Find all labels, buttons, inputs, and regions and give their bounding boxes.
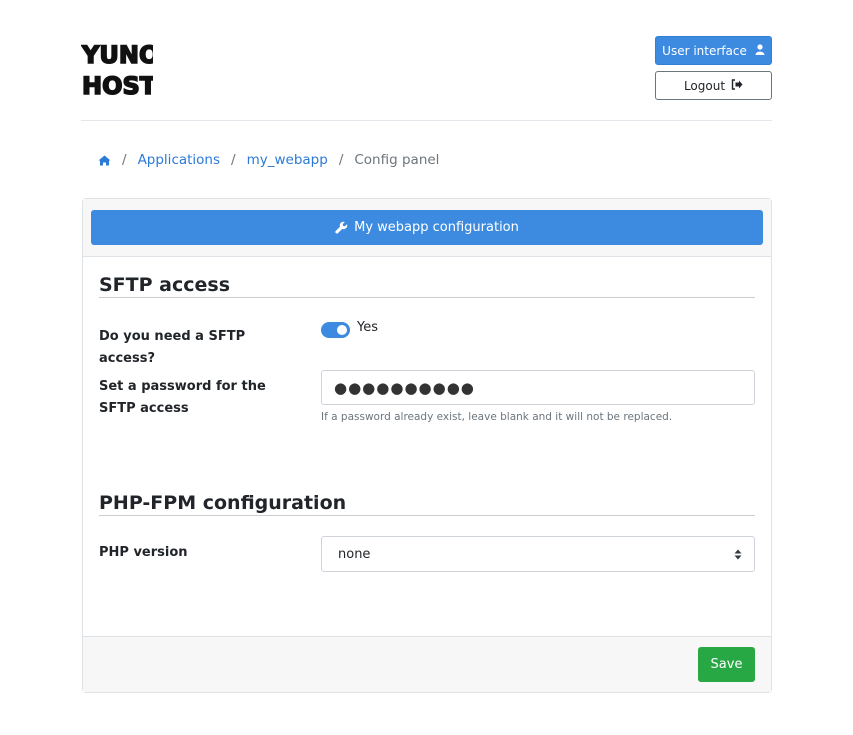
breadcrumb-separator: / <box>122 152 127 168</box>
sign-out-icon <box>731 78 743 93</box>
section-title-sftp: SFTP access <box>99 274 231 296</box>
sftp-password-input[interactable] <box>321 370 755 405</box>
logout-button[interactable]: Logout <box>655 71 772 100</box>
user-icon <box>755 43 765 58</box>
save-button[interactable]: Save <box>698 647 755 682</box>
section-divider <box>99 297 755 298</box>
breadcrumb-app-link[interactable]: my_webapp <box>247 152 328 168</box>
breadcrumb: / Applications / my_webapp / Config pane… <box>98 150 439 170</box>
toggle-knob <box>337 325 347 335</box>
breadcrumb-separator: / <box>231 152 236 168</box>
breadcrumb-separator: / <box>338 152 344 168</box>
sftp-password-help: If a password already exist, leave blank… <box>321 411 673 423</box>
panel-header-button[interactable]: My webapp configuration <box>91 210 763 245</box>
yunohost-logo[interactable]: YUNO HOST <box>80 37 160 101</box>
section-title-php-fpm: PHP-FPM configuration <box>99 492 347 514</box>
wrench-icon <box>335 221 348 234</box>
user-interface-button[interactable]: User interface <box>655 36 772 65</box>
user-interface-label: User interface <box>662 43 747 58</box>
logo-line-2: HOST <box>82 72 153 99</box>
sftp-access-toggle-label[interactable]: Yes <box>357 320 378 335</box>
sftp-password-label: Set a password for the SFTP access <box>99 379 266 416</box>
php-version-select[interactable]: none <box>321 536 755 572</box>
home-icon[interactable] <box>98 155 111 166</box>
sftp-access-toggle[interactable] <box>321 322 350 338</box>
section-divider <box>99 515 755 516</box>
card-header: My webapp configuration <box>83 199 771 257</box>
php-version-label: PHP version <box>99 545 188 560</box>
breadcrumb-applications-link[interactable]: Applications <box>138 152 220 168</box>
breadcrumb-current: Config panel <box>354 152 440 168</box>
php-version-value: none <box>338 546 371 562</box>
logo-line-1: YUNO <box>81 41 153 69</box>
sort-arrows-icon <box>734 549 742 560</box>
header-divider <box>81 120 772 121</box>
logout-label: Logout <box>683 78 726 93</box>
card-footer: Save <box>83 636 771 692</box>
sftp-access-label: Do you need a SFTP access? <box>99 329 246 366</box>
config-panel-card: My webapp configuration SFTP access Do y… <box>82 198 772 693</box>
panel-header-label: My webapp configuration <box>354 220 519 235</box>
